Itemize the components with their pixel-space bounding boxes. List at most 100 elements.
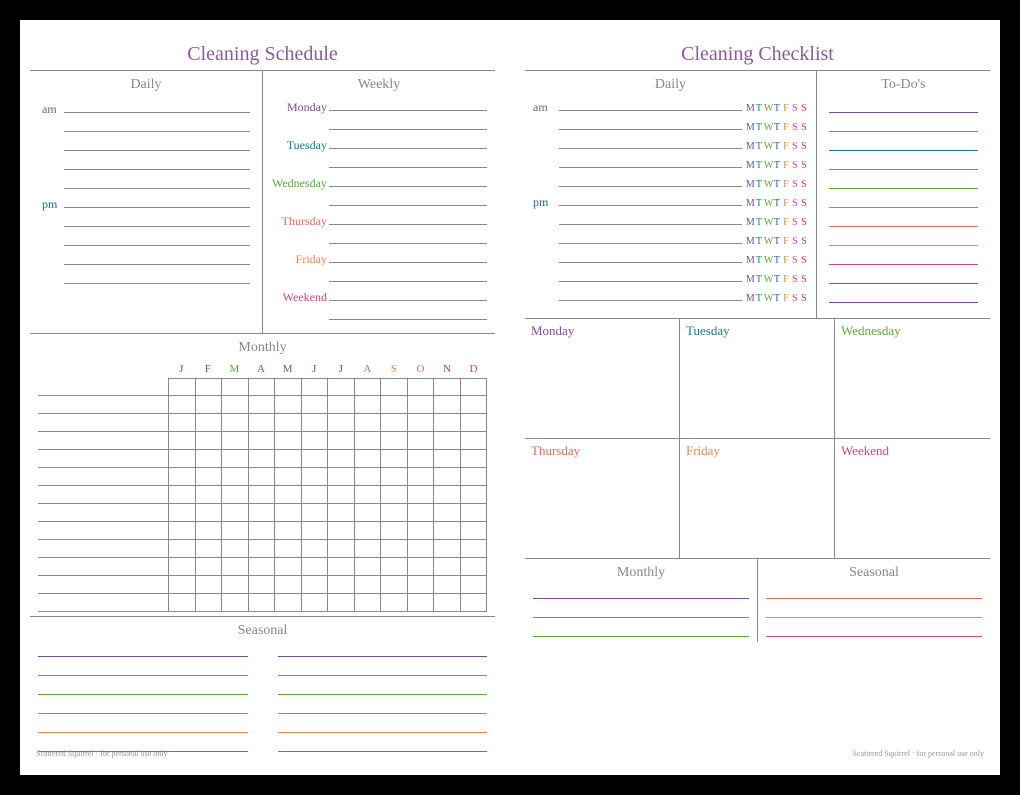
weekly-days: MondayTuesdayWednesdayThursdayFridayWeek…	[271, 97, 487, 325]
seasonal-line	[278, 738, 488, 752]
month-cell	[355, 558, 382, 576]
week-letter: T	[755, 122, 763, 133]
week-letter: W	[764, 217, 772, 228]
week-letter: M	[746, 198, 754, 209]
month-cell	[355, 414, 382, 432]
monthly-grid: JFMAMJJASOND	[38, 360, 487, 612]
week-letter: S	[800, 217, 808, 228]
month-cell	[408, 432, 435, 450]
month-cell	[222, 468, 249, 486]
week-letters: MTWTFSS	[746, 179, 808, 190]
month-header: JFMAMJJASOND	[168, 360, 487, 378]
todo-column: To-Do's	[816, 71, 990, 318]
month-cell	[196, 522, 223, 540]
month-cell	[461, 576, 488, 594]
month-cell	[355, 540, 382, 558]
seasonal-line	[766, 604, 982, 618]
month-cell	[434, 522, 461, 540]
month-cell	[275, 558, 302, 576]
month-cell	[275, 576, 302, 594]
daily-check-lines: amMTWTFSSMTWTFSSMTWTFSSMTWTFSSMTWTFSSpmM…	[533, 97, 808, 306]
month-cell	[461, 558, 488, 576]
week-letter: W	[764, 160, 772, 171]
week-letter: M	[746, 160, 754, 171]
month-cell	[222, 540, 249, 558]
month-cell	[408, 486, 435, 504]
month-cell	[249, 594, 276, 612]
month-cell	[408, 576, 435, 594]
week-letter: F	[782, 236, 790, 247]
month-cell	[302, 432, 329, 450]
month-cell	[434, 378, 461, 396]
blank-line	[559, 173, 742, 187]
blank-line	[64, 118, 250, 132]
month-cell	[249, 558, 276, 576]
week-letter: M	[746, 103, 754, 114]
month-cell	[196, 414, 223, 432]
daily-column: Daily am pm	[30, 71, 262, 333]
monthly-task-line	[38, 432, 168, 450]
week-letters: MTWTFSS	[746, 103, 808, 114]
month-cell	[328, 522, 355, 540]
week-letter: T	[773, 255, 781, 266]
week-letter: W	[764, 141, 772, 152]
month-cell	[275, 486, 302, 504]
week-letter: W	[764, 293, 772, 304]
month-cell	[408, 504, 435, 522]
month-cell	[302, 558, 329, 576]
month-header-cell: M	[274, 360, 301, 378]
month-cell	[168, 414, 196, 432]
week-letters: MTWTFSS	[746, 274, 808, 285]
month-cell	[381, 594, 408, 612]
week-letters: MTWTFSS	[746, 160, 808, 171]
blank-line	[559, 192, 742, 206]
month-cell	[328, 378, 355, 396]
monthly-task-column	[38, 360, 168, 612]
week-grid: MondayTuesdayWednesdayThursdayFridayWeek…	[525, 319, 990, 559]
week-letter: F	[782, 255, 790, 266]
month-cell	[196, 594, 223, 612]
blank-line	[64, 194, 250, 208]
month-cell	[222, 576, 249, 594]
month-cell	[461, 450, 488, 468]
month-cell	[302, 468, 329, 486]
month-cell	[355, 504, 382, 522]
day-label: Thursday	[271, 214, 329, 229]
month-cell	[328, 540, 355, 558]
month-cell	[461, 414, 488, 432]
month-cell	[249, 486, 276, 504]
week-letter: F	[782, 103, 790, 114]
monthly-label-r: Monthly	[533, 559, 749, 585]
week-letter: M	[746, 236, 754, 247]
month-cell	[302, 396, 329, 414]
week-letters: MTWTFSS	[746, 236, 808, 247]
month-cell	[302, 594, 329, 612]
daily-lines: am pm	[38, 97, 254, 291]
month-cell	[249, 378, 276, 396]
month-cell	[222, 594, 249, 612]
week-letter: S	[800, 122, 808, 133]
month-cell	[434, 450, 461, 468]
month-cell	[328, 504, 355, 522]
week-letter: M	[746, 274, 754, 285]
week-letter: S	[800, 236, 808, 247]
week-letter: T	[755, 255, 763, 266]
month-cell	[168, 558, 196, 576]
seasonal-column-r: Seasonal	[757, 559, 990, 642]
todo-label: To-Do's	[825, 71, 982, 97]
week-letters: MTWTFSS	[746, 217, 808, 228]
monthly-task-line	[38, 576, 168, 594]
month-cell	[275, 504, 302, 522]
month-header-cell: M	[221, 360, 248, 378]
week-letter: S	[791, 198, 799, 209]
week-letter: F	[782, 217, 790, 228]
month-cell	[196, 396, 223, 414]
month-cell	[328, 558, 355, 576]
month-cell	[196, 378, 223, 396]
month-cell	[408, 378, 435, 396]
week-letter: S	[800, 160, 808, 171]
month-cell	[355, 576, 382, 594]
seasonal-line	[38, 719, 248, 733]
month-cell	[222, 450, 249, 468]
month-cell	[196, 450, 223, 468]
